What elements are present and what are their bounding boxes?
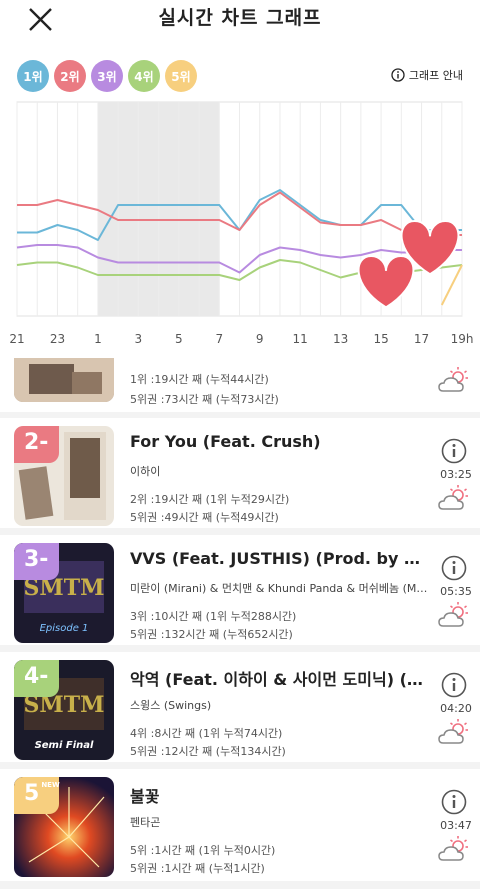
legend-rank-2[interactable]: 2위 [54,60,86,92]
chart-list: 1위 :19시간 째 (누적44시간) 5위권 :73시간 째 (누적73시간)… [0,358,480,889]
song-duration: 05:35 [440,585,472,598]
rank-legend: 1위 2위 3위 4위 5위 [17,60,197,92]
artist-name[interactable]: 펜타곤 [130,814,430,830]
list-item[interactable]: 1위 :19시간 째 (누적44시간) 5위권 :73시간 째 (누적73시간) [0,358,480,412]
x-tick-label: 7 [215,332,223,346]
song-title[interactable]: 악역 (Feat. 이하이 & 사이먼 도미닉) (Prod. by 코드 쿤스… [130,666,430,690]
album-art: SMTM Episode 1 3- [14,543,114,643]
weather-icon [438,719,468,744]
x-tick-label: 23 [50,332,65,346]
x-tick-label: 5 [175,332,183,346]
rank-badge: 4- [14,660,59,697]
weather-icon [438,602,468,627]
album-caption: Episode 1 [40,623,89,634]
artist-name[interactable]: 미란이 (Mirani) & 먼치맨 & Khundi Panda & 머쉬베놈… [130,580,430,596]
song-title[interactable]: 불꽃 [130,783,430,807]
x-tick-label: 9 [256,332,264,346]
x-tick-label: 19h [451,332,474,346]
realtime-chart[interactable]: 21 23 1 3 5 7 9 11 13 15 17 19h [0,48,480,358]
x-tick-label: 3 [135,332,143,346]
new-label: NEW [41,781,60,789]
top5-streak: 5위권 :73시간 째 (누적73시간) [130,393,279,406]
rank-streak: 1위 :19시간 째 (누적44시간) [130,373,269,386]
legend-rank-5[interactable]: 5위 [165,60,197,92]
top5-streak: 5위권 :1시간 째 (누적1시간) [130,862,265,875]
x-tick-label: 11 [293,332,308,346]
artist-name[interactable]: 스윙스 (Swings) [130,697,430,713]
song-title[interactable]: For You (Feat. Crush) [130,432,430,451]
x-tick-label: 1 [94,332,102,346]
info-icon [391,68,405,82]
list-item[interactable]: SMTM Episode 1 3- VVS (Feat. JUSTHIS) (P… [0,535,480,645]
list-item[interactable]: 2- For You (Feat. Crush) 이하이 2위 :19시간 째 … [0,418,480,528]
top5-streak: 5위권 :12시간 째 (누적134시간) [130,745,286,758]
rank-streak: 3위 :10시간 째 (1위 누적288시간) [130,610,297,623]
album-art: SMTM Semi Final 4- [14,660,114,760]
album-caption: Semi Final [35,740,94,751]
weather-icon [438,836,468,861]
list-item[interactable]: SMTM Semi Final 4- 악역 (Feat. 이하이 & 사이먼 도… [0,652,480,762]
graph-guide-button[interactable]: 그래프 안내 [391,67,463,83]
song-duration: 03:47 [440,819,472,832]
song-title[interactable]: VVS (Feat. JUSTHIS) (Prod. by GroovyRoom… [130,549,430,568]
rank-streak: 5위 :1시간 째 (1위 누적0시간) [130,844,276,857]
song-duration: 04:20 [440,702,472,715]
artist-name[interactable]: 이하이 [130,463,430,479]
x-tick-label: 17 [414,332,429,346]
page-title: 실시간 차트 그래프 [158,7,322,29]
top5-streak: 5위권 :49시간 째 (누적49시간) [130,511,279,524]
top5-streak: 5위권 :132시간 째 (누적652시간) [130,628,293,641]
rank-badge: 5 NEW [14,777,60,814]
graph-guide-label: 그래프 안내 [408,69,463,82]
x-tick-label: 15 [373,332,388,346]
info-icon[interactable] [441,438,467,464]
weather-icon [438,485,468,510]
x-tick-label: 21 [9,332,24,346]
legend-rank-4[interactable]: 4위 [128,60,160,92]
legend-rank-1[interactable]: 1위 [17,60,49,92]
info-icon[interactable] [441,789,467,815]
x-tick-label: 13 [333,332,348,346]
rank-badge: 3- [14,543,59,580]
album-art: 2- [14,426,114,526]
rank-badge: 2- [14,426,59,463]
chart-card: 21 23 1 3 5 7 9 11 13 15 17 19h 1위 2위 3위 4위 5위 그래프 … [0,48,480,358]
rank-streak: 4위 :8시간 째 (1위 누적74시간) [130,727,283,740]
rank-streak: 2위 :19시간 째 (1위 누적29시간) [130,493,290,506]
album-art: 5 NEW [14,777,114,877]
list-item[interactable]: 5 NEW 불꽃 펜타곤 5위 :1시간 째 (1위 누적0시간) 5위권 :1시… [0,769,480,881]
song-duration: 03:25 [440,468,472,481]
album-art [14,358,114,402]
weather-icon [438,367,468,392]
info-icon[interactable] [441,672,467,698]
album-art-image [14,358,114,402]
legend-rank-3[interactable]: 3위 [91,60,123,92]
info-icon[interactable] [441,555,467,581]
rank-number: 5 [24,781,40,806]
top-bar: 실시간 차트 그래프 [0,0,480,48]
